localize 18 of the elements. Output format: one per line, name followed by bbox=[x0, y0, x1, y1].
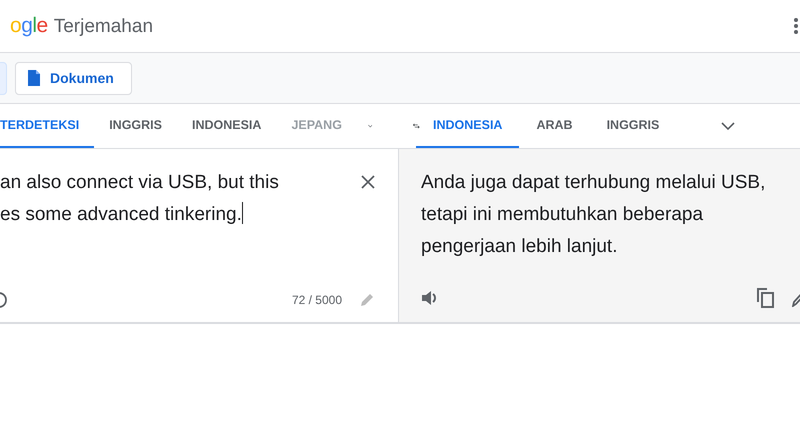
character-count: 72 / 5000 bbox=[292, 293, 342, 307]
language-tab[interactable]: INGGRIS bbox=[590, 104, 676, 148]
chevron-down-icon[interactable] bbox=[721, 122, 736, 130]
apps-icon[interactable] bbox=[794, 18, 800, 34]
mode-button[interactable]: Dokumen bbox=[15, 62, 132, 94]
chevron-down-icon[interactable] bbox=[368, 122, 372, 130]
translation-text: Anda juga dapat terhubung melalui USB, tetapi ini membutuhkan beberapa pengerjaan lebih lanjut. bbox=[421, 171, 766, 259]
app-title: Terjemahan bbox=[54, 16, 154, 38]
language-tab[interactable]: INDONESIA bbox=[176, 104, 276, 148]
speaker-icon[interactable] bbox=[421, 290, 439, 306]
logo: ogle bbox=[10, 14, 48, 38]
source-text[interactable]: an also connect via USB, but this es some advanced tinkering. bbox=[0, 167, 279, 231]
document-icon bbox=[28, 70, 40, 86]
close-icon[interactable] bbox=[361, 175, 375, 189]
language-tab[interactable]: ARAB bbox=[519, 104, 590, 148]
language-tab[interactable]: TERDETEKSI bbox=[0, 104, 94, 148]
language-tab[interactable]: INGGRIS bbox=[94, 104, 177, 148]
copy-icon[interactable] bbox=[756, 288, 774, 308]
